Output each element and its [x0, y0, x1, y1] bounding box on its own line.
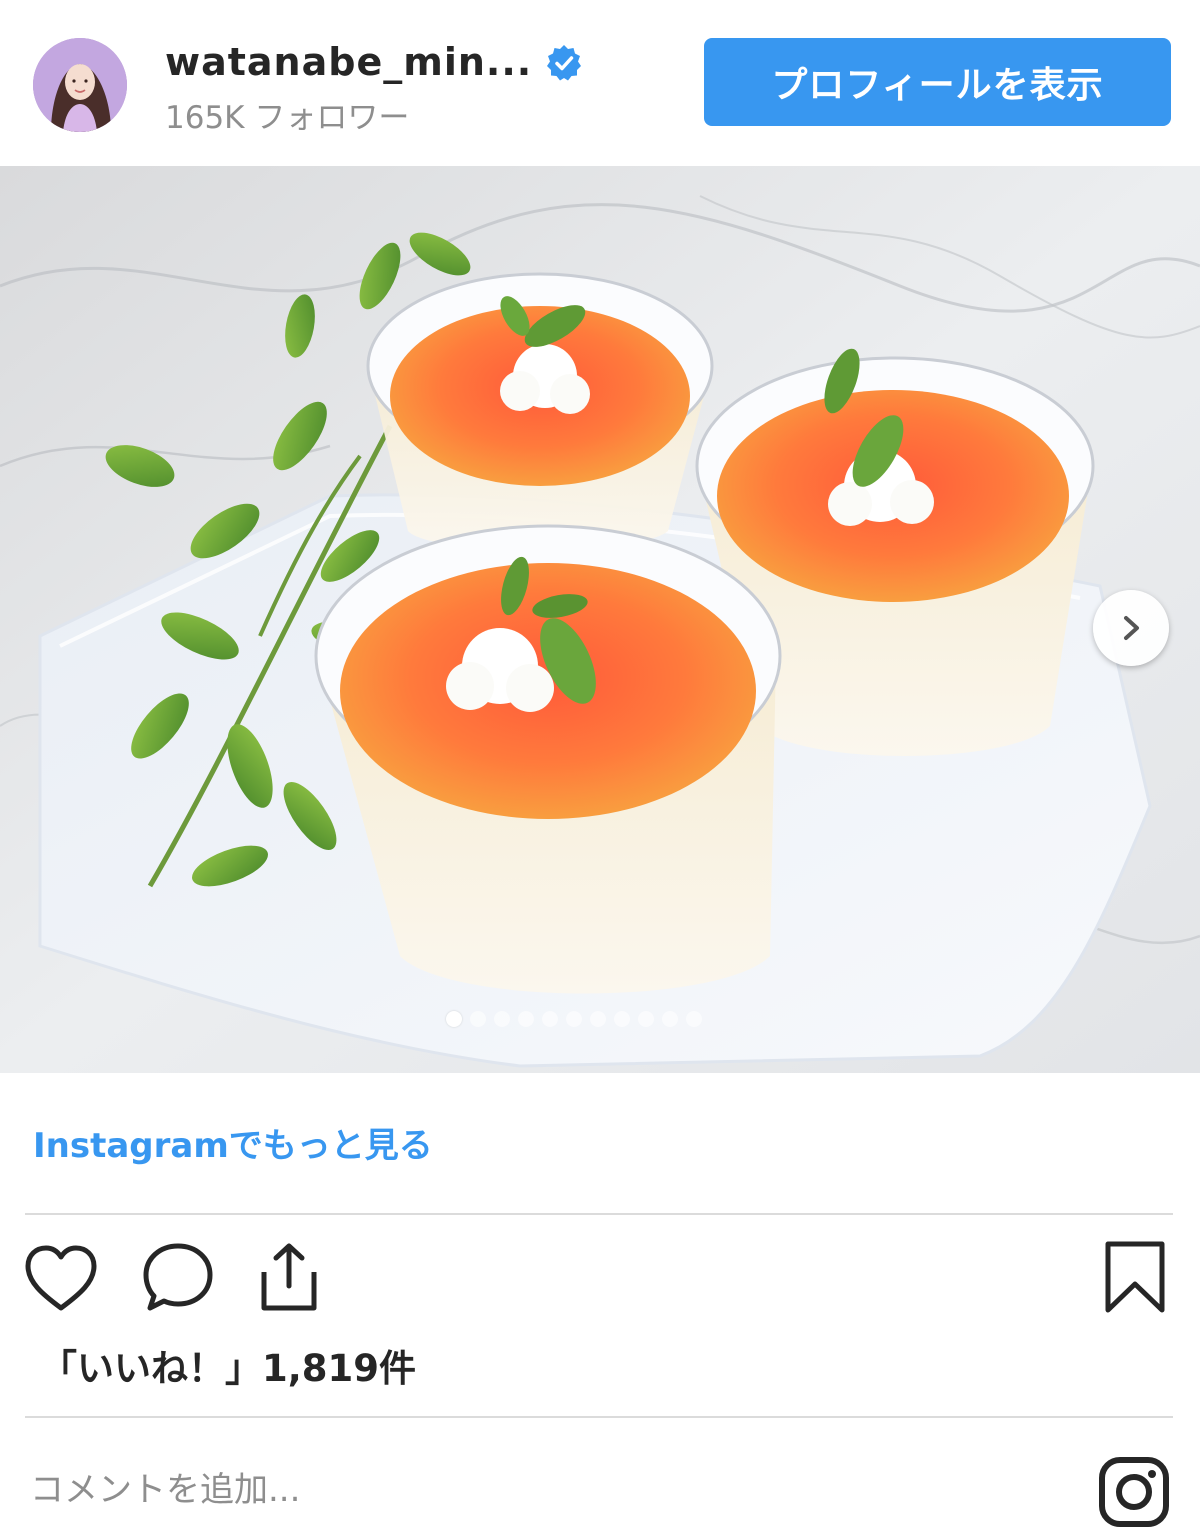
- carousel-dot: [638, 1011, 654, 1027]
- avatar[interactable]: [33, 38, 127, 132]
- carousel-dot: [518, 1011, 534, 1027]
- carousel-dot: [662, 1011, 678, 1027]
- carousel-dot: [590, 1011, 606, 1027]
- carousel-dot: [686, 1011, 702, 1027]
- post-header: watanabe_min... 165K フォロワー プロフィールを表示: [0, 0, 1200, 166]
- carousel-dot: [446, 1011, 462, 1027]
- carousel-dot: [542, 1011, 558, 1027]
- comment-input[interactable]: [30, 1462, 1070, 1518]
- view-more-on-instagram-link[interactable]: Instagramでもっと見る: [33, 1118, 433, 1167]
- instagram-logo-icon[interactable]: [1097, 1455, 1171, 1529]
- chevron-right-icon: [1124, 616, 1139, 640]
- verified-badge-icon: [547, 45, 581, 81]
- username[interactable]: watanabe_min...: [165, 40, 532, 84]
- carousel-indicator: [446, 1008, 702, 1030]
- share-icon[interactable]: [254, 1240, 324, 1314]
- carousel-next-button[interactable]: [1093, 590, 1169, 666]
- view-profile-button[interactable]: プロフィールを表示: [704, 38, 1171, 126]
- carousel-dot: [614, 1011, 630, 1027]
- comment-icon[interactable]: [140, 1240, 218, 1316]
- heart-icon[interactable]: [22, 1242, 100, 1314]
- carousel-dot: [566, 1011, 582, 1027]
- post-photo[interactable]: [0, 166, 1200, 1073]
- carousel-dot: [494, 1011, 510, 1027]
- carousel-dot: [470, 1011, 486, 1027]
- divider: [25, 1213, 1173, 1215]
- divider: [25, 1416, 1173, 1418]
- follower-count: 165K フォロワー: [165, 100, 410, 136]
- like-count: 「いいね！」1,819件: [40, 1347, 417, 1390]
- bookmark-icon[interactable]: [1102, 1240, 1168, 1316]
